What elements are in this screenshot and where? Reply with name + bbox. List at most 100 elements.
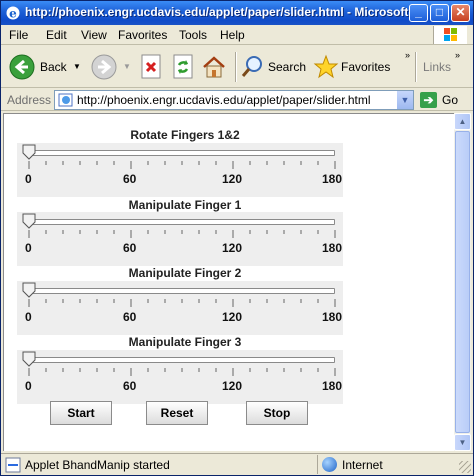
address-label: Address [7,93,52,107]
slider-title-finger-3: Manipulate Finger 3 [128,335,242,349]
applet-icon [5,457,21,473]
svg-text:e: e [9,7,17,21]
tick-label-120: 120 [222,310,243,324]
slider-thumb[interactable] [22,351,36,367]
star-icon [313,54,339,79]
slider-thumb[interactable] [22,282,36,298]
toolbar-separator [415,52,416,82]
tick-label-120: 120 [222,379,243,393]
status-text: Applet BhandManip started [25,458,170,472]
chevron-icon[interactable]: » [405,50,410,60]
menu-favorites[interactable]: Favorites [118,28,167,42]
slider-title-finger-1: Manipulate Finger 1 [128,198,242,212]
stop-icon [141,54,161,79]
tick-label-120: 120 [222,241,243,255]
menu-help[interactable]: Help [220,28,245,42]
windows-flag-icon [433,26,467,44]
tick-label-180: 180 [322,310,343,324]
slider-ticks [28,368,336,376]
slider-thumb[interactable] [22,213,36,229]
tick-label-0: 0 [25,310,32,324]
stop-applet-button[interactable]: Stop [246,401,308,425]
scroll-up-icon[interactable]: ▲ [454,113,471,130]
slider-track[interactable] [29,150,335,156]
slider-ticks [28,161,336,169]
home-button[interactable] [201,52,229,82]
address-dropdown-icon[interactable]: ▼ [396,91,413,109]
globe-icon [322,457,337,472]
tick-label-180: 180 [322,379,343,393]
security-zone: Internet [317,455,457,474]
address-url: http://phoenix.engr.ucdavis.edu/applet/p… [77,93,371,107]
window-title: http://phoenix.engr.ucdavis.edu/applet/p… [25,5,411,19]
refresh-icon [173,54,193,79]
favorites-label: Favorites [341,60,391,74]
tick-label-60: 60 [123,172,137,186]
reset-button[interactable]: Reset [146,401,208,425]
back-arrow-icon [9,54,35,80]
back-button[interactable]: Back ▼ [9,52,85,82]
menu-file[interactable]: File [9,28,28,42]
tick-label-0: 0 [25,172,32,186]
start-button[interactable]: Start [50,401,112,425]
search-icon [241,56,262,77]
browser-window: e http://phoenix.engr.ucdavis.edu/applet… [0,0,474,476]
forward-dropdown-icon[interactable]: ▼ [123,62,131,71]
forward-arrow-icon [91,54,117,80]
slider-track[interactable] [29,219,335,225]
tick-label-60: 60 [123,379,137,393]
go-button[interactable]: ➔ Go [418,90,470,110]
ie-logo-icon: e [6,6,20,21]
slider-title-rotate-fingers: Rotate Fingers 1&2 [130,128,240,142]
address-input[interactable]: http://phoenix.engr.ucdavis.edu/applet/p… [54,90,414,110]
slider-finger-2[interactable]: 0 60 120 180 [17,281,343,335]
menu-view[interactable]: View [81,28,107,42]
zone-label: Internet [342,458,383,472]
back-label: Back [40,60,67,74]
tick-label-180: 180 [322,172,343,186]
tick-label-0: 0 [25,379,32,393]
slider-track[interactable] [29,288,335,294]
search-label: Search [268,60,307,74]
minimize-button[interactable]: _ [409,4,428,22]
slider-ticks [28,230,336,238]
links-chevron-icon[interactable]: » [455,50,460,60]
status-bar: Applet BhandManip started Internet [1,453,473,475]
toolbar: Back ▼ ▼ Search Favorites » Links » [1,46,473,88]
scroll-down-icon[interactable]: ▼ [454,434,471,451]
address-bar: Address http://phoenix.engr.ucdavis.edu/… [1,89,473,111]
go-label: Go [442,93,459,107]
stop-button[interactable] [137,52,165,82]
home-icon [203,56,225,78]
tick-label-0: 0 [25,241,32,255]
slider-finger-1[interactable]: 0 60 120 180 [17,212,343,266]
forward-button[interactable]: ▼ [91,52,131,82]
tick-label-60: 60 [123,241,137,255]
favorites-button[interactable]: Favorites [313,52,391,82]
toolbar-separator [235,52,236,82]
menu-bar: File Edit View Favorites Tools Help [1,25,473,45]
menu-tools[interactable]: Tools [179,28,207,42]
back-dropdown-icon[interactable]: ▼ [73,62,81,71]
slider-rotate-fingers[interactable]: 0 60 120 180 [17,143,343,197]
close-button[interactable]: ✕ [451,4,470,22]
tick-label-120: 120 [222,172,243,186]
tick-label-180: 180 [322,241,343,255]
slider-title-finger-2: Manipulate Finger 2 [128,266,242,280]
search-button[interactable]: Search [241,52,307,82]
tick-label-60: 60 [123,310,137,324]
page-icon [58,93,73,107]
resize-grip-icon[interactable] [459,461,471,473]
links-label[interactable]: Links [423,60,451,74]
slider-track[interactable] [29,357,335,363]
vertical-scrollbar[interactable]: ▲ ▼ [454,113,471,451]
go-arrow-icon: ➔ [420,92,437,108]
refresh-button[interactable] [169,52,197,82]
slider-thumb[interactable] [22,144,36,160]
maximize-button[interactable]: □ [430,4,449,22]
menu-edit[interactable]: Edit [46,28,67,42]
slider-finger-3[interactable]: 0 60 120 180 [17,350,343,404]
scroll-thumb[interactable] [455,131,470,433]
slider-ticks [28,299,336,307]
title-bar: e http://phoenix.engr.ucdavis.edu/applet… [1,1,473,25]
